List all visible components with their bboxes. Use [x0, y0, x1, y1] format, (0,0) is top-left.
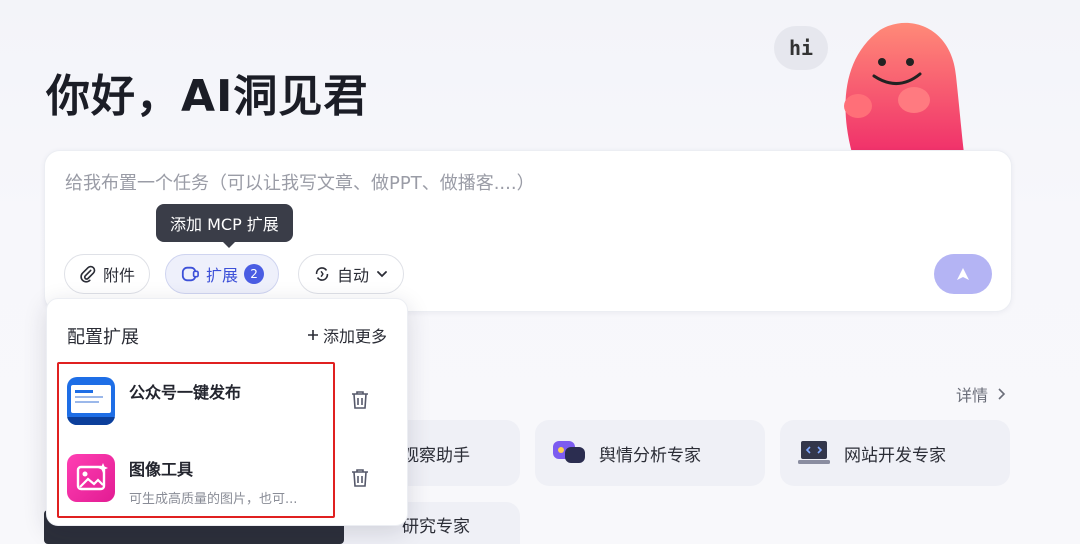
agent-label: 观察助手	[402, 445, 470, 466]
details-label: 详情	[956, 386, 989, 405]
send-arrow-icon	[957, 268, 969, 280]
panel-title: 配置扩展	[67, 327, 139, 348]
picture-icon	[76, 463, 108, 491]
paperclip-icon	[80, 265, 96, 283]
chevron-down-icon	[377, 271, 387, 278]
image-tool-icon	[67, 454, 115, 502]
agent-label: 舆情分析专家	[599, 445, 701, 466]
trash-icon[interactable]	[349, 389, 371, 411]
chevron-right-icon	[998, 388, 1006, 400]
extensions-count-badge: 2	[244, 264, 265, 284]
add-mcp-tooltip: 添加 MCP 扩展	[156, 204, 293, 248]
extension-name: 公众号一键发布	[129, 383, 242, 402]
send-button[interactable]	[934, 254, 992, 294]
mode-label: 自动	[337, 266, 370, 285]
add-more-label: 添加更多	[322, 327, 387, 346]
add-more-button[interactable]: 添加更多	[307, 323, 387, 347]
page-title: 你好，AI洞见君	[46, 71, 369, 122]
sentiment-chat-icon	[553, 441, 585, 463]
auto-mode-icon	[315, 267, 329, 281]
extension-item-wechat[interactable]: 公众号一键发布	[67, 377, 319, 425]
agent-label: 研究专家	[402, 516, 470, 537]
plus-icon	[307, 330, 318, 340]
extension-desc: 可生成高质量的图片，也可...	[129, 492, 298, 507]
agent-card-sentiment[interactable]: 舆情分析专家	[535, 420, 765, 486]
extensions-label: 扩展	[206, 266, 239, 285]
agent-label: 网站开发专家	[844, 445, 946, 466]
extensions-button[interactable]: 扩展 2	[165, 254, 280, 294]
mode-select[interactable]: 自动	[298, 254, 405, 294]
extension-name: 图像工具	[129, 460, 194, 479]
trash-icon[interactable]	[349, 467, 371, 489]
attach-label: 附件	[103, 266, 136, 285]
mascot-illustration	[844, 22, 964, 153]
laptop-icon	[798, 441, 830, 464]
extension-item-image[interactable]: 图像工具 可生成高质量的图片，也可...	[67, 454, 319, 507]
plugin-icon	[181, 266, 199, 282]
wechat-publish-icon	[67, 377, 115, 425]
details-link[interactable]: 详情	[956, 382, 1006, 406]
agent-card-webdev[interactable]: 网站开发专家	[780, 420, 1010, 486]
task-input[interactable]	[65, 173, 965, 194]
attach-button[interactable]: 附件	[64, 254, 151, 294]
extensions-panel: 配置扩展 添加更多 公众号一键发布 图像工具 可生成高质量的图片，也可...	[46, 298, 408, 526]
